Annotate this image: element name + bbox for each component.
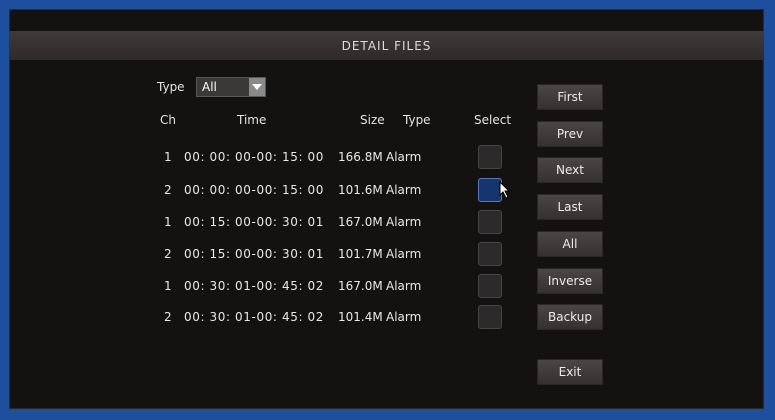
file-row[interactable]: 1 00: 30: 01-00: 45: 02 167.0M Alarm (140, 274, 530, 298)
column-header-size: Size (360, 113, 385, 127)
file-row[interactable]: 1 00: 15: 00-00: 30: 01 167.0M Alarm (140, 210, 530, 234)
file-row[interactable]: 1 00: 00: 00-00: 15: 00 166.8M Alarm (140, 145, 530, 169)
file-channel: 1 (164, 150, 172, 164)
file-channel: 2 (164, 247, 172, 261)
select-all-button[interactable]: All (537, 231, 603, 257)
file-channel: 2 (164, 183, 172, 197)
file-type: Alarm (386, 247, 422, 261)
first-button[interactable]: First (537, 84, 603, 110)
file-channel: 1 (164, 279, 172, 293)
last-button[interactable]: Last (537, 194, 603, 220)
file-size: 101.4M (338, 310, 383, 324)
file-size: 167.0M (338, 279, 383, 293)
select-checkbox[interactable] (478, 145, 502, 169)
backup-button[interactable]: Backup (537, 304, 603, 330)
file-type: Alarm (386, 279, 422, 293)
column-header-select: Select (474, 113, 512, 127)
select-checkbox[interactable] (478, 242, 502, 266)
type-filter-select[interactable]: All (196, 77, 266, 97)
exit-button[interactable]: Exit (537, 359, 603, 385)
select-checkbox[interactable] (478, 305, 502, 329)
column-header-type: Type (403, 113, 431, 127)
file-row[interactable]: 2 00: 15: 00-00: 30: 01 101.7M Alarm (140, 242, 530, 266)
file-type: Alarm (386, 150, 422, 164)
detail-files-dialog: DETAIL FILES (9, 9, 764, 409)
select-checkbox[interactable] (478, 274, 502, 298)
file-size: 101.6M (338, 183, 383, 197)
file-time: 00: 30: 01-00: 45: 02 (184, 279, 324, 293)
next-button[interactable]: Next (537, 157, 603, 183)
file-time: 00: 00: 00-00: 15: 00 (184, 183, 324, 197)
type-filter-label: Type (157, 80, 185, 94)
file-channel: 2 (164, 310, 172, 324)
file-type: Alarm (386, 215, 422, 229)
inverse-selection-button[interactable]: Inverse (537, 268, 603, 294)
file-size: 166.8M (338, 150, 383, 164)
file-time: 00: 30: 01-00: 45: 02 (184, 310, 324, 324)
dialog-title: DETAIL FILES (9, 31, 764, 60)
file-size: 101.7M (338, 247, 383, 261)
file-type: Alarm (386, 310, 422, 324)
file-row[interactable]: 2 00: 30: 01-00: 45: 02 101.4M Alarm (140, 305, 530, 329)
column-header-ch: Ch (160, 113, 176, 127)
file-time: 00: 15: 00-00: 30: 01 (184, 215, 324, 229)
file-channel: 1 (164, 215, 172, 229)
dropdown-arrow-icon[interactable] (249, 78, 265, 96)
column-header-time: Time (237, 113, 267, 127)
file-type: Alarm (386, 183, 422, 197)
mouse-pointer-icon (499, 181, 511, 199)
select-checkbox[interactable] (478, 210, 502, 234)
prev-button[interactable]: Prev (537, 121, 603, 147)
file-time: 00: 00: 00-00: 15: 00 (184, 150, 324, 164)
type-filter-value: All (202, 80, 217, 94)
file-time: 00: 15: 00-00: 30: 01 (184, 247, 324, 261)
file-row[interactable]: 2 00: 00: 00-00: 15: 00 101.6M Alarm (140, 178, 530, 202)
file-size: 167.0M (338, 215, 383, 229)
